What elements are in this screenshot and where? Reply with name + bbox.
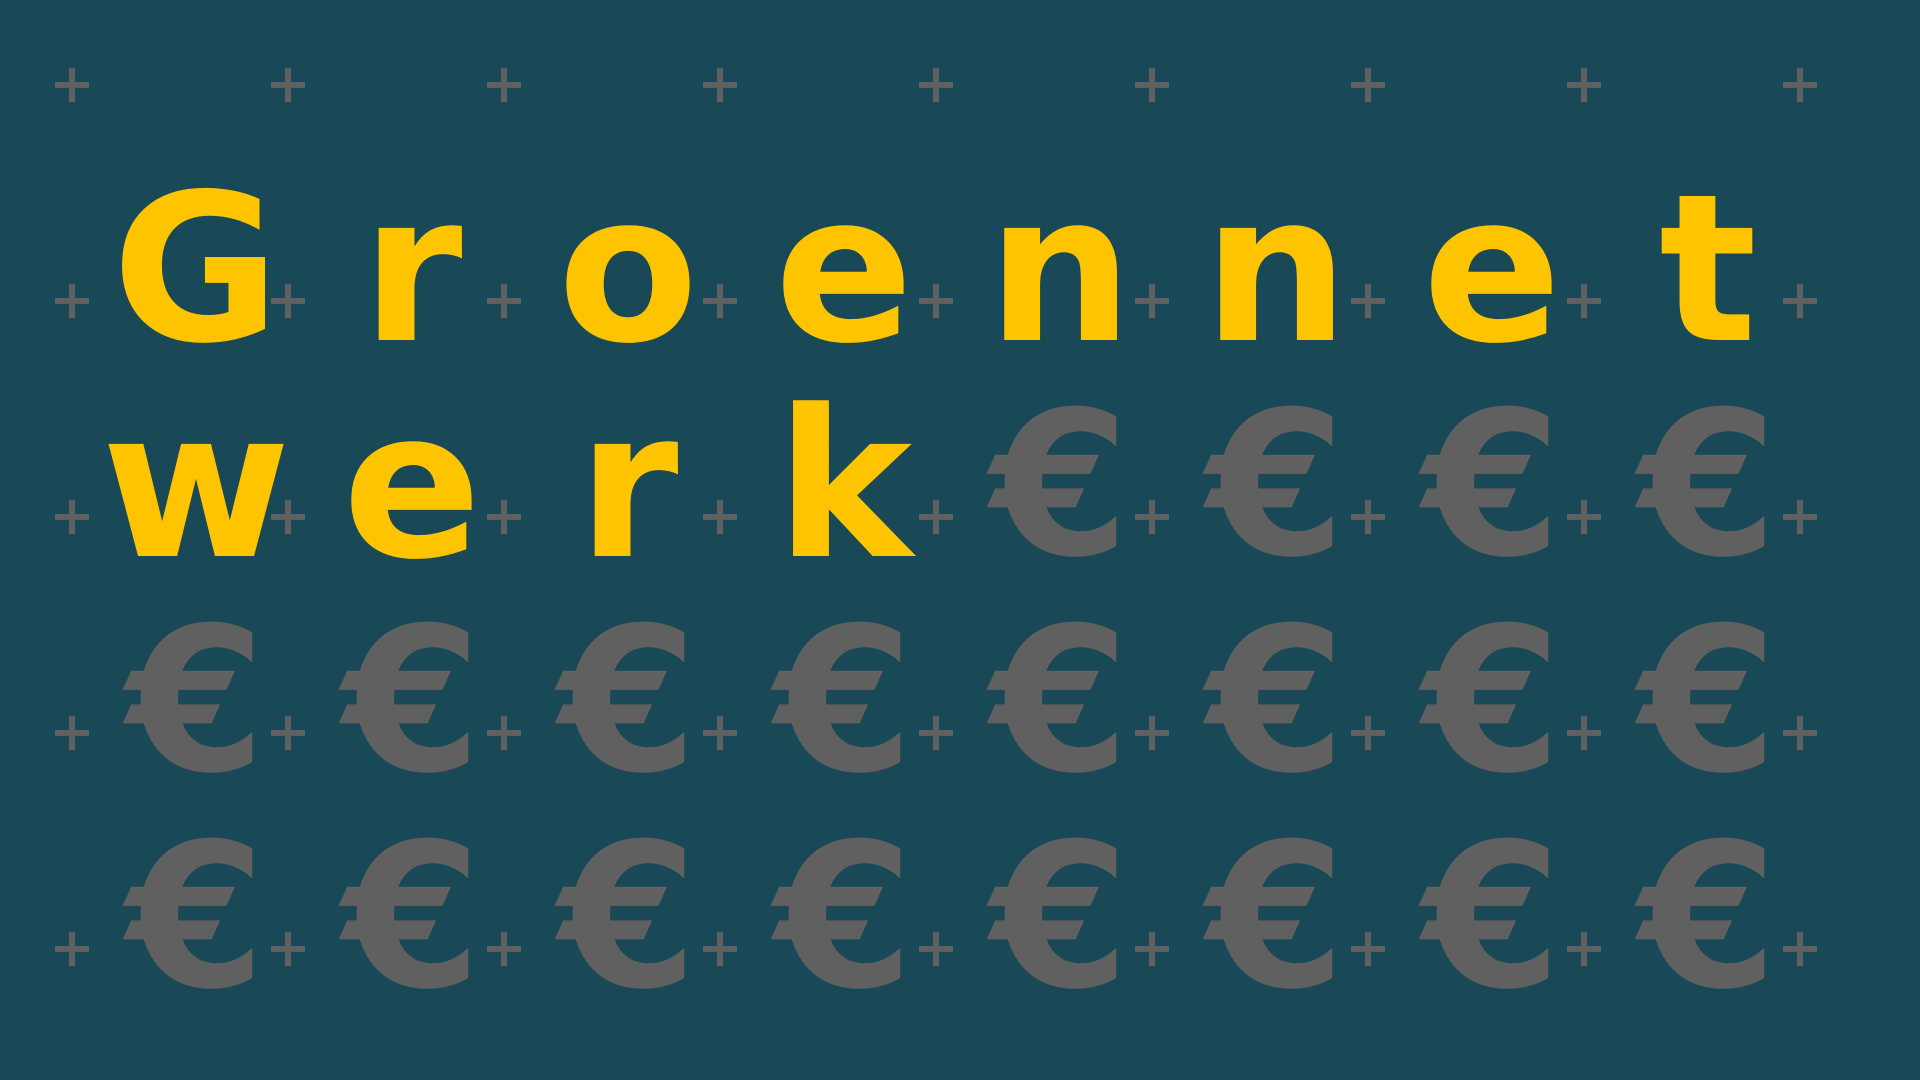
plus-icon	[55, 932, 89, 966]
plus-icon	[703, 68, 737, 102]
plus-icon	[1351, 68, 1385, 102]
plus-icon	[55, 68, 89, 102]
euro-icon: €	[558, 801, 698, 1034]
title-letter: t	[1659, 150, 1757, 389]
euro-icon: €	[1206, 801, 1346, 1034]
euro-icon: €	[990, 585, 1130, 818]
plus-icon	[1567, 68, 1601, 102]
euro-icon: €	[342, 801, 482, 1034]
title-letter: w	[101, 366, 291, 605]
title-letter: n	[987, 150, 1133, 389]
title-letter: r	[361, 150, 463, 389]
plus-icon	[1783, 68, 1817, 102]
plus-icon	[55, 500, 89, 534]
plus-icon	[271, 68, 305, 102]
title-letter: o	[557, 150, 699, 389]
title-letter: r	[577, 366, 679, 605]
euro-icon: €	[1422, 585, 1562, 818]
euro-icon: €	[342, 585, 482, 818]
title-letter: k	[775, 366, 913, 605]
euro-icon: €	[1638, 369, 1778, 602]
title-letter: n	[1203, 150, 1349, 389]
poster: Gr o e n n e t w e r k € € € € € € € € € € € € € € € € € € € €	[0, 0, 1920, 1080]
euro-icon: €	[1422, 369, 1562, 602]
title-letter: e	[774, 150, 914, 389]
euro-icon: €	[126, 801, 266, 1034]
euro-icon: €	[1638, 585, 1778, 818]
plus-icon	[919, 68, 953, 102]
title-letter: e	[1422, 150, 1562, 389]
euro-icon: €	[1206, 585, 1346, 818]
plus-icon	[1135, 68, 1169, 102]
plus-icon	[487, 68, 521, 102]
euro-icon: €	[774, 585, 914, 818]
plus-icon	[55, 716, 89, 750]
plus-icon	[55, 284, 89, 318]
euro-icon: €	[126, 585, 266, 818]
euro-icon: €	[558, 585, 698, 818]
title-letter: e	[342, 366, 482, 605]
euro-icon: €	[1638, 801, 1778, 1034]
euro-icon: €	[774, 801, 914, 1034]
euro-icon: €	[990, 369, 1130, 602]
euro-icon: €	[990, 801, 1130, 1034]
title-letter: G	[111, 150, 281, 389]
euro-icon: €	[1422, 801, 1562, 1034]
euro-icon: €	[1206, 369, 1346, 602]
